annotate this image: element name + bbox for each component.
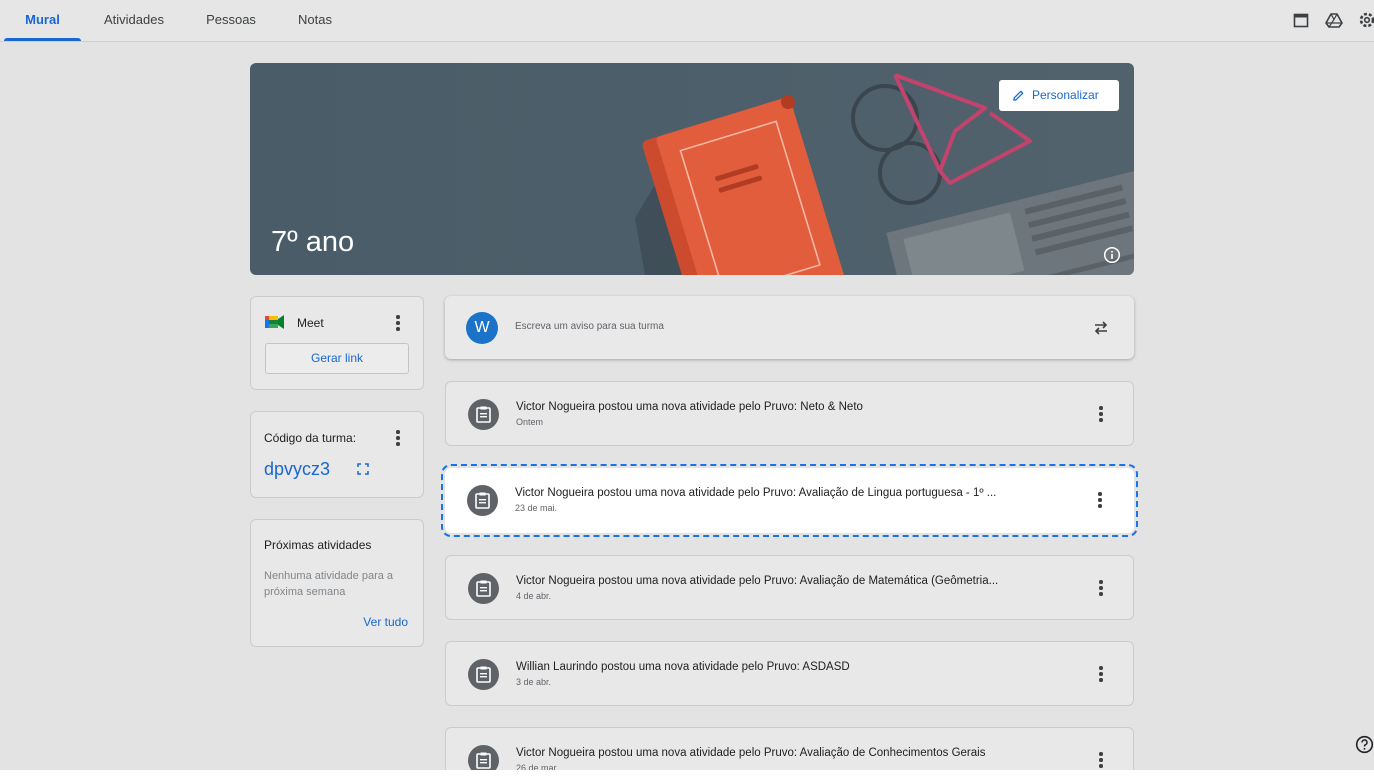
avatar: W <box>466 312 498 344</box>
assignment-icon <box>468 573 499 604</box>
class-code-value: dpvycz3 <box>264 459 331 479</box>
stream-post[interactable]: Willian Laurindo postou uma nova ativida… <box>445 641 1134 706</box>
repost-icon[interactable] <box>1092 319 1110 337</box>
stream-post-highlighted[interactable]: Victor Nogueira postou uma nova atividad… <box>441 464 1138 537</box>
generate-link-button[interactable]: Gerar link <box>265 343 409 374</box>
post-date: Ontem <box>516 417 544 427</box>
post-title: Victor Nogueira postou uma nova atividad… <box>516 401 863 413</box>
stream-post[interactable]: Victor Nogueira postou uma nova atividad… <box>445 381 1134 446</box>
post-date: 3 de abr. <box>516 677 552 687</box>
class-title: 7º ano <box>271 226 355 258</box>
upcoming-empty-text: Nenhuma atividade para a próxima semana <box>264 570 394 598</box>
announcement-placeholder: Escreva um aviso para sua turma <box>515 321 664 332</box>
settings-icon[interactable] <box>1357 10 1374 30</box>
class-code-card: Código da turma: dpvycz3 <box>250 411 424 498</box>
post-date: 4 de abr. <box>516 591 552 601</box>
info-icon[interactable] <box>1103 246 1121 264</box>
post-menu-icon[interactable] <box>1093 404 1109 424</box>
meet-logo-icon <box>265 315 284 329</box>
post-title: Victor Nogueira postou uma nova atividad… <box>516 747 986 759</box>
top-navigation: Mural Atividades Pessoas Notas <box>0 0 1374 42</box>
calendar-icon[interactable] <box>1291 10 1311 30</box>
customize-button[interactable]: Personalizar <box>999 80 1119 111</box>
tab-pessoas[interactable]: Pessoas <box>192 0 270 41</box>
tab-notas[interactable]: Notas <box>282 0 348 41</box>
post-menu-icon[interactable] <box>1093 664 1109 684</box>
meet-label: Meet <box>297 316 324 330</box>
tab-mural[interactable]: Mural <box>4 0 81 41</box>
stream-post[interactable]: Victor Nogueira postou uma nova atividad… <box>445 727 1134 776</box>
assignment-icon <box>468 659 499 690</box>
meet-card: Meet Gerar link <box>250 296 424 390</box>
post-title: Willian Laurindo postou uma nova ativida… <box>516 661 850 673</box>
announcement-composer[interactable]: W Escreva um aviso para sua turma <box>445 296 1134 359</box>
assignment-icon <box>467 485 498 516</box>
view-all-link[interactable]: Ver tudo <box>363 615 408 629</box>
post-menu-icon[interactable] <box>1093 750 1109 770</box>
post-title: Victor Nogueira postou uma nova atividad… <box>516 575 999 587</box>
post-title: Victor Nogueira postou uma nova atividad… <box>515 487 997 499</box>
stream-post[interactable]: Victor Nogueira postou uma nova atividad… <box>445 555 1134 620</box>
post-date: 23 de mai. <box>515 503 558 513</box>
pencil-icon <box>1013 90 1024 101</box>
post-menu-icon[interactable] <box>1092 490 1108 510</box>
upcoming-title: Próximas atividades <box>264 538 372 552</box>
meet-menu-icon[interactable] <box>390 313 406 333</box>
class-code-menu-icon[interactable] <box>390 428 406 448</box>
fullscreen-icon[interactable] <box>357 463 369 475</box>
customize-label: Personalizar <box>1032 88 1099 102</box>
class-code-label: Código da turma: <box>264 431 357 445</box>
class-banner: 7º ano Personalizar <box>250 63 1134 275</box>
drive-icon[interactable] <box>1324 10 1344 30</box>
post-menu-icon[interactable] <box>1093 578 1109 598</box>
upcoming-card: Próximas atividades Nenhuma atividade pa… <box>250 519 424 647</box>
tab-atividades[interactable]: Atividades <box>88 0 180 41</box>
assignment-icon <box>468 399 499 430</box>
help-icon[interactable] <box>1355 735 1374 754</box>
window-bottom-edge <box>0 770 1374 776</box>
